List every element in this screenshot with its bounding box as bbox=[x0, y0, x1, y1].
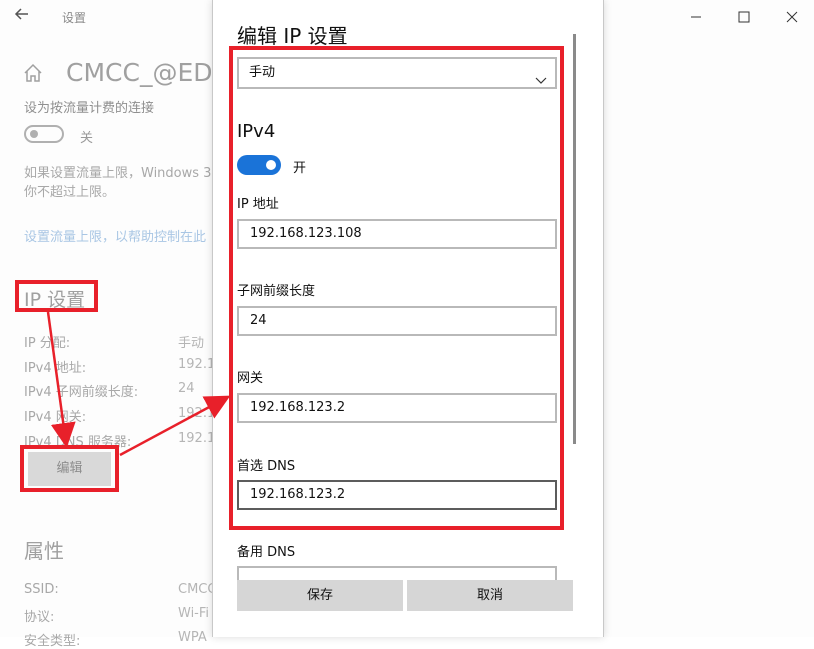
close-icon[interactable] bbox=[786, 8, 798, 27]
annotation-edit-button-box bbox=[20, 445, 119, 492]
data-limit-description: 如果设置流量上限，Windows 3 你不超过上限。 bbox=[24, 166, 212, 200]
ipv4-prefix-value: 24 bbox=[178, 381, 195, 396]
protocol-value: Wi-Fi bbox=[178, 606, 210, 621]
ipv4-gateway-label: IPv4 网关: bbox=[24, 410, 87, 425]
home-icon bbox=[22, 62, 46, 86]
metered-toggle[interactable] bbox=[24, 125, 64, 143]
minimize-icon[interactable] bbox=[690, 8, 702, 27]
ip-assignment-value: 手动 bbox=[178, 336, 205, 351]
annotation-ip-heading-box bbox=[15, 280, 98, 312]
metered-connection-label: 设为按流量计费的连接 bbox=[24, 101, 155, 116]
ssid-label: SSID: bbox=[24, 582, 59, 597]
set-data-limit-link[interactable]: 设置流量上限，以帮助控制在此 bbox=[24, 226, 206, 245]
cancel-button[interactable]: 取消 bbox=[407, 580, 573, 611]
security-type-label: 安全类型: bbox=[24, 634, 81, 649]
alternate-dns-label: 备用 DNS bbox=[237, 545, 296, 560]
network-name-title: CMCC_@ED bbox=[66, 58, 213, 87]
back-arrow-icon[interactable] bbox=[14, 6, 34, 26]
metered-toggle-state: 关 bbox=[80, 131, 94, 146]
dialog-title: 编辑 IP 设置 bbox=[237, 24, 348, 48]
ipv4-address-label: IPv4 地址: bbox=[24, 361, 87, 376]
security-type-value: WPA bbox=[178, 630, 207, 645]
ip-assignment-label: IP 分配: bbox=[24, 336, 71, 351]
window-title: 设置 bbox=[62, 11, 87, 25]
save-button[interactable]: 保存 bbox=[237, 580, 403, 611]
properties-heading: 属性 bbox=[24, 539, 64, 563]
ssid-value: CMCC bbox=[178, 582, 217, 597]
protocol-label: 协议: bbox=[24, 610, 55, 625]
dialog-scrollbar[interactable] bbox=[573, 34, 576, 444]
annotation-dialog-fields-box bbox=[229, 46, 564, 530]
ipv4-prefix-label: IPv4 子网前缀长度: bbox=[24, 385, 139, 400]
maximize-icon[interactable] bbox=[738, 8, 750, 27]
